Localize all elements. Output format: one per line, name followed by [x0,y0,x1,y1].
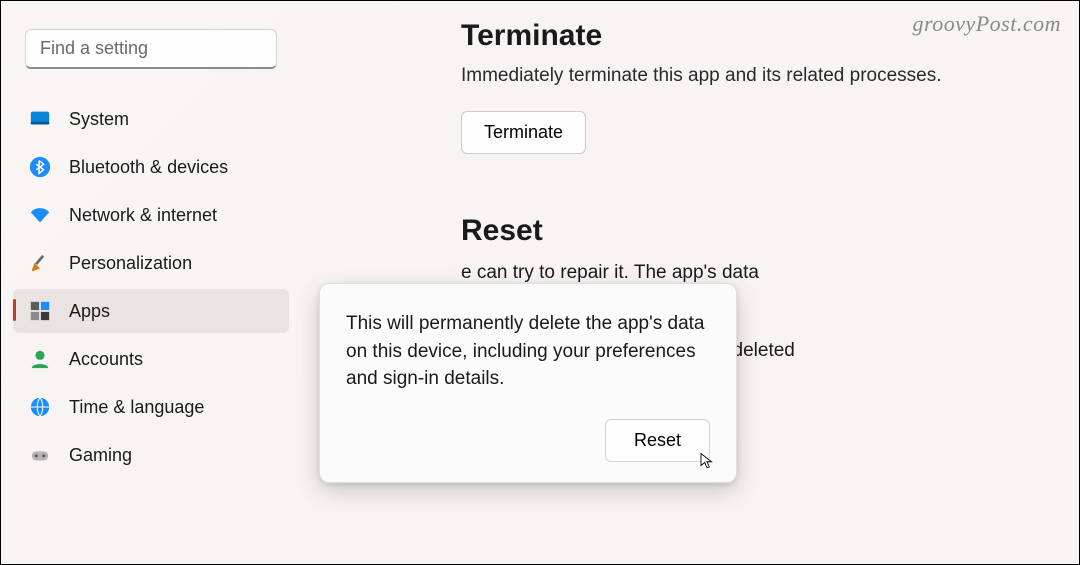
tooltip-button-row: Reset [346,419,710,462]
sidebar-item-label: Bluetooth & devices [69,157,228,178]
terminate-section: Terminate Immediately terminate this app… [461,19,1039,194]
monitor-icon [29,108,51,130]
search-input[interactable] [40,38,272,59]
sidebar-item-accounts[interactable]: Accounts [13,337,289,381]
terminate-desc: Immediately terminate this app and its r… [461,65,1039,87]
sidebar-item-label: Apps [69,301,110,322]
sidebar-item-system[interactable]: System [13,97,289,141]
sidebar-item-label: Network & internet [69,205,217,226]
search-input-container[interactable] [25,29,277,69]
sidebar: System Bluetooth & devices Network & int… [1,1,301,564]
apps-icon [29,300,51,322]
globe-clock-icon [29,396,51,418]
sidebar-item-label: Gaming [69,445,132,466]
sidebar-item-personalization[interactable]: Personalization [13,241,289,285]
reset-title: Reset [461,214,1039,248]
reset-confirm-tooltip: This will permanently delete the app's d… [319,283,737,483]
paintbrush-icon [29,252,51,274]
sidebar-item-label: Accounts [69,349,143,370]
sidebar-item-label: Time & language [69,397,204,418]
terminate-title: Terminate [461,19,1039,53]
bluetooth-icon [29,156,51,178]
sidebar-item-time-language[interactable]: Time & language [13,385,289,429]
sidebar-item-bluetooth[interactable]: Bluetooth & devices [13,145,289,189]
tooltip-reset-button[interactable]: Reset [605,419,710,462]
nav-list: System Bluetooth & devices Network & int… [1,97,301,477]
person-icon [29,348,51,370]
search-wrap [1,29,301,93]
gamepad-icon [29,444,51,466]
wifi-icon [29,204,51,226]
sidebar-item-gaming[interactable]: Gaming [13,433,289,477]
cursor-icon [698,452,716,470]
sidebar-item-label: System [69,109,129,130]
sidebar-item-apps[interactable]: Apps [13,289,289,333]
sidebar-item-label: Personalization [69,253,192,274]
sidebar-item-network[interactable]: Network & internet [13,193,289,237]
tooltip-text: This will permanently delete the app's d… [346,310,710,393]
terminate-button[interactable]: Terminate [461,111,586,154]
reset-desc-line1: e can try to repair it. The app's data [461,262,1039,284]
